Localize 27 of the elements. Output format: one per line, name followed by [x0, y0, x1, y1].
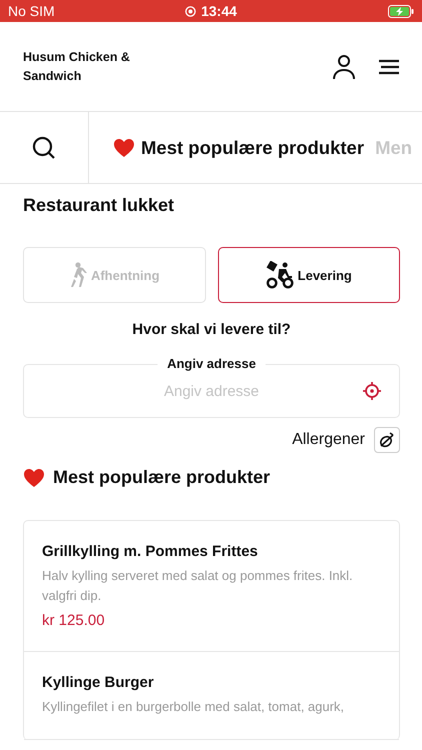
delivery-bike-icon — [266, 261, 294, 289]
allergens-label: Allergener — [292, 431, 365, 449]
allergen-icon — [379, 432, 395, 448]
allergens-button[interactable] — [374, 427, 400, 453]
heart-icon — [23, 468, 45, 488]
search-icon[interactable] — [32, 136, 56, 160]
record-icon — [185, 6, 196, 16]
battery-icon — [388, 4, 414, 18]
product-name[interactable]: Grillkylling m. Pommes Frittes — [42, 543, 381, 560]
product-price: kr 125.00 — [42, 612, 106, 629]
menu-icon[interactable] — [378, 58, 400, 74]
order-mode-button[interactable]: Levering — [218, 247, 400, 303]
heart-icon — [113, 138, 135, 158]
product-name[interactable]: Kyllinge Burger — [42, 674, 381, 691]
address-label: Angiv adresse — [157, 356, 266, 371]
restaurant-status: Restaurant lukket — [23, 195, 176, 216]
walking-person-icon — [68, 262, 87, 288]
product-description: Kyllingefilet i en burgerbolle med salat, tomat, agurk, — [42, 698, 346, 716]
locate-icon[interactable] — [363, 382, 381, 400]
section-title: Mest populære produkter — [53, 467, 270, 488]
clock-time: 13:44 — [201, 3, 237, 19]
carrier-label: No SIM — [8, 3, 55, 19]
restaurant-name: Husum Chicken & Sandwich — [23, 48, 131, 84]
delivery-question: Hvor skal vi levere til? — [131, 321, 292, 338]
category-tab[interactable]: Mest populære produkter — [113, 136, 364, 158]
product-description: Halv kylling serveret med salat og pommes frites. Inkl. valgfri dip. — [42, 567, 354, 605]
account-icon[interactable] — [332, 54, 356, 80]
